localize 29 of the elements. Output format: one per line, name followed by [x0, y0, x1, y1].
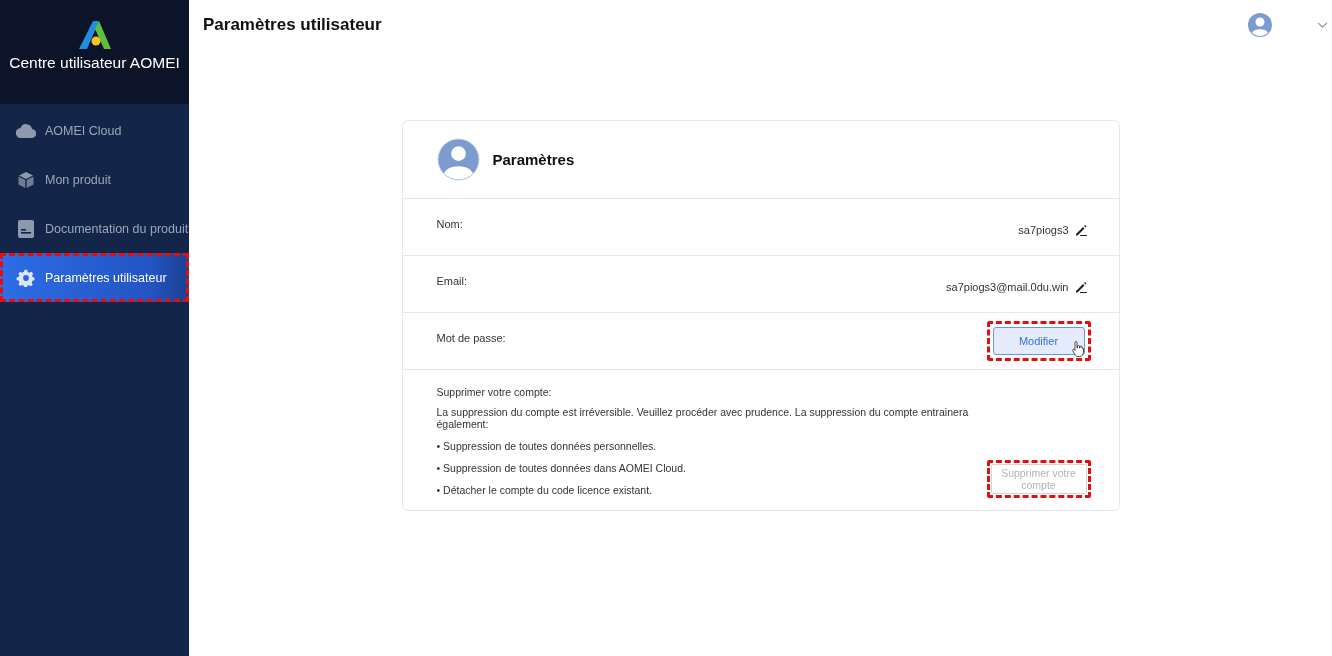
- hand-cursor-icon: [1071, 341, 1084, 357]
- cloud-icon: [16, 123, 36, 138]
- sidebar-item[interactable]: AOMEI Cloud: [0, 106, 189, 155]
- settings-icon: [16, 268, 36, 287]
- cube-icon: [16, 170, 36, 189]
- bullet-item: • Détacher le compte du code licence existant.: [436, 484, 654, 496]
- page-title: Paramètres utilisateur: [203, 15, 382, 35]
- pencil-icon[interactable]: [1074, 281, 1087, 293]
- pencil-icon[interactable]: [1074, 224, 1087, 236]
- warning-text: La suppression du compte est irréversible. Veuillez procéder avec prudence. La suppression du compte entrainera également:: [436, 406, 970, 430]
- chevron-down-icon[interactable]: [1317, 21, 1328, 29]
- document-icon: [16, 219, 36, 238]
- user-avatar-icon: [436, 138, 480, 181]
- field-label: Nom:: [436, 218, 463, 230]
- section-heading: Supprimer votre compte:: [436, 386, 553, 398]
- sidebar-item[interactable]: Documentation du produit: [0, 204, 189, 253]
- sidebar-item[interactable]: Paramètres utilisateur: [0, 253, 189, 302]
- bullet-item: • Suppression de toutes données dans AOMEI Cloud.: [436, 462, 687, 474]
- bullet-item: • Suppression de toutes données personnelles.: [436, 440, 658, 452]
- logo-icon: [78, 21, 111, 49]
- field-value: sa7piogs3: [1018, 224, 1069, 236]
- field-label: Mot de passe:: [436, 332, 506, 344]
- user-avatar-icon[interactable]: [1248, 13, 1272, 37]
- app-title: Centre utilisateur AOMEI: [9, 54, 180, 72]
- sidebar-item[interactable]: Mon produit: [0, 155, 189, 204]
- field-label: Email:: [436, 275, 468, 287]
- field-value: sa7piogs3@mail.0du.win: [946, 281, 1069, 293]
- card-title: Paramètres: [492, 151, 575, 168]
- modify-button[interactable]: Modifier: [992, 327, 1085, 355]
